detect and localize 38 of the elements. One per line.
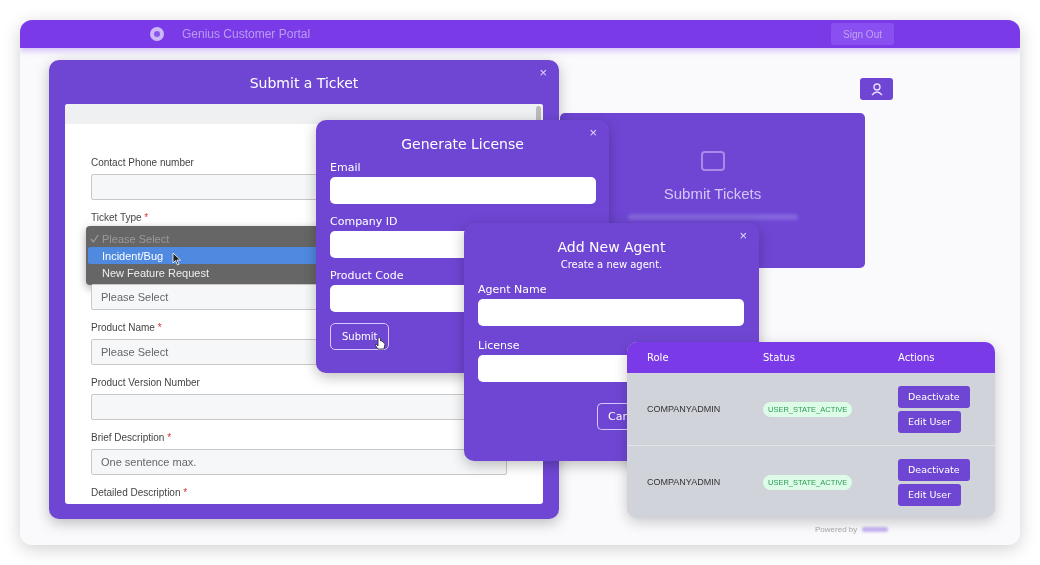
blurred-text — [862, 527, 889, 532]
user-button[interactable] — [860, 78, 893, 100]
text-input[interactable]: One sentence max. — [91, 449, 507, 475]
text-input[interactable] — [330, 177, 596, 204]
field-label: Company ID — [330, 215, 398, 228]
app-title: Genius Customer Portal — [182, 27, 311, 41]
field-label: Product Name * — [91, 322, 162, 334]
dialog-title: Submit a Ticket — [248, 75, 360, 91]
action-button[interactable]: Edit User — [898, 483, 962, 506]
table-cell-text: COMPANYADMIN — [647, 404, 722, 414]
logo-icon — [149, 26, 165, 42]
field-label: Contact Phone number — [91, 157, 194, 169]
field-label: Ticket Type * — [91, 212, 149, 224]
ticket-icon — [700, 151, 725, 171]
close-button[interactable]: × — [587, 126, 599, 140]
field-label: Product Version Number — [91, 377, 200, 389]
person-icon — [870, 82, 883, 96]
mouse-cursor-icon — [172, 252, 181, 266]
dialog-subtitle: Create a new agent. — [559, 259, 664, 270]
close-button[interactable]: × — [537, 66, 549, 80]
field-label: Detailed Description * — [91, 487, 188, 499]
action-button[interactable]: Deactivate — [898, 385, 970, 408]
field-label: Product Code — [330, 269, 404, 282]
field-label: Email — [330, 161, 361, 174]
dialog-title: Generate License — [400, 136, 525, 152]
action-button[interactable]: Edit User — [898, 410, 962, 433]
text-input[interactable] — [478, 299, 744, 326]
submit-button[interactable]: Submit — [330, 323, 390, 350]
column-header: Role — [647, 352, 670, 363]
close-button[interactable]: × — [737, 229, 749, 243]
card-title: Submit Tickets — [663, 185, 762, 202]
action-button[interactable]: Deactivate — [898, 458, 970, 481]
column-header: Status — [763, 352, 796, 363]
column-header: Actions — [898, 352, 936, 363]
table-cell-text: COMPANYADMIN — [647, 477, 722, 487]
check-icon — [90, 234, 99, 243]
field-label: Brief Description * — [91, 432, 172, 444]
powered-by-text: Powered by — [815, 525, 858, 534]
